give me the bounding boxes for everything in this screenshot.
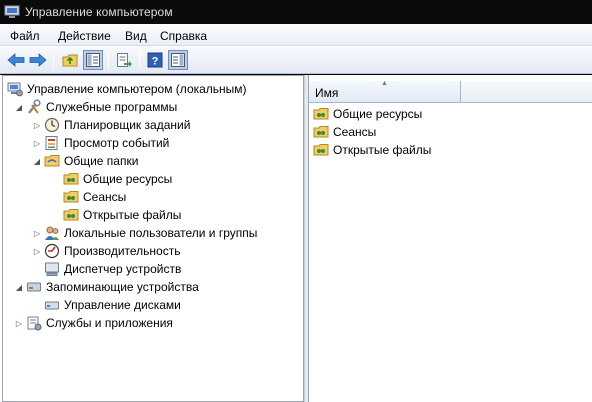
window-title: Управление компьютером	[25, 5, 173, 19]
expanded-arrow-icon[interactable]: ◢	[32, 156, 42, 166]
tree-node-system-tools[interactable]: ◢ Служебные программы	[14, 98, 177, 116]
storage-icon	[27, 282, 41, 292]
tree-node-root[interactable]: Управление компьютером (локальным)	[7, 80, 247, 98]
toolbar-separator	[139, 51, 140, 69]
toolbar-separator	[108, 51, 109, 69]
properties-icon	[171, 53, 185, 67]
tree-node-label: Сеансы	[83, 190, 127, 204]
main-content: Управление компьютером (локальным) ◢ Слу…	[0, 75, 592, 402]
tree-node-label: Открытые файлы	[83, 208, 182, 222]
tree-node-label: Планировщик заданий	[64, 118, 191, 132]
help-icon: ?	[147, 52, 163, 68]
computer-management-icon	[4, 5, 20, 18]
computer-management-icon	[7, 82, 23, 97]
device-manager-icon	[45, 262, 59, 276]
collapsed-arrow-icon[interactable]: ▷	[14, 318, 24, 328]
open-files-icon	[313, 144, 329, 156]
export-list-button[interactable]	[114, 50, 134, 70]
disk-management-icon	[45, 301, 59, 310]
forward-button[interactable]	[28, 50, 48, 70]
tree-node-label: Управление дисками	[64, 298, 181, 312]
tree-node-label: Просмотр событий	[64, 136, 170, 150]
tree-node-label: Диспетчер устройств	[64, 262, 182, 276]
menu-view[interactable]: Вид	[125, 29, 147, 43]
show-hide-tree-button[interactable]	[83, 50, 103, 70]
list-item[interactable]: Сеансы	[313, 123, 376, 141]
tree-node-shares[interactable]: Общие ресурсы	[63, 170, 172, 188]
tree-node-disk-management[interactable]: Управление дисками	[44, 296, 181, 314]
show-hide-tree-icon	[86, 53, 100, 67]
column-header-label: Имя	[315, 86, 339, 100]
svg-text:?: ?	[152, 56, 159, 68]
tree-node-shared-folders[interactable]: ◢ Общие папки	[32, 152, 139, 170]
list-item[interactable]: Открытые файлы	[313, 141, 431, 159]
collapsed-arrow-icon[interactable]: ▷	[32, 246, 42, 256]
tree-node-label: Локальные пользователи и группы	[64, 226, 258, 240]
collapsed-arrow-icon[interactable]: ▷	[32, 228, 42, 238]
toolbar-separator	[53, 51, 54, 69]
menu-action[interactable]: Действие	[58, 29, 111, 43]
tree-node-label: Общие папки	[64, 154, 139, 168]
tree-node-services-apps[interactable]: ▷ Службы и приложения	[14, 314, 173, 332]
expanded-arrow-icon[interactable]: ◢	[14, 282, 24, 292]
collapsed-arrow-icon[interactable]: ▷	[32, 120, 42, 130]
services-icon	[27, 316, 42, 331]
list-item-label: Сеансы	[333, 125, 377, 139]
up-button[interactable]	[60, 50, 80, 70]
tree-node-label: Общие ресурсы	[83, 172, 173, 186]
menu-bar: Файл Действие Вид Справка	[0, 24, 592, 46]
menu-file[interactable]: Файл	[10, 29, 40, 43]
expanded-arrow-icon[interactable]: ◢	[14, 102, 24, 112]
column-header-name[interactable]: ▲ Имя	[309, 80, 461, 103]
collapsed-arrow-icon[interactable]: ▷	[32, 138, 42, 148]
back-arrow-icon	[7, 53, 25, 67]
tree-node-label: Управление компьютером (локальным)	[27, 82, 247, 96]
console-tree: Управление компьютером (локальным) ◢ Слу…	[2, 75, 304, 402]
performance-icon	[44, 243, 60, 259]
toolbar: ?	[0, 46, 592, 74]
tree-node-local-users[interactable]: ▷ Локальные пользователи и группы	[32, 224, 257, 242]
tree-node-event-viewer[interactable]: ▷ Просмотр событий	[32, 134, 169, 152]
tree-node-task-scheduler[interactable]: ▷ Планировщик заданий	[32, 116, 190, 134]
tree-node-sessions[interactable]: Сеансы	[63, 188, 126, 206]
tree-node-device-manager[interactable]: Диспетчер устройств	[44, 260, 181, 278]
title-bar: Управление компьютером	[0, 0, 592, 24]
shares-icon	[63, 173, 79, 185]
sessions-icon	[63, 191, 79, 203]
clock-icon	[44, 117, 60, 133]
list-item-label: Открытые файлы	[333, 143, 432, 157]
shares-icon	[313, 108, 329, 120]
forward-arrow-icon	[29, 53, 47, 67]
up-folder-icon	[62, 54, 78, 67]
sort-ascending-icon: ▲	[381, 80, 388, 87]
export-list-icon	[117, 53, 132, 67]
list-item-label: Общие ресурсы	[333, 107, 423, 121]
tree-node-label: Служебные программы	[46, 100, 178, 114]
tree-node-storage[interactable]: ◢ Запоминающие устройства	[14, 278, 199, 296]
tree-node-performance[interactable]: ▷ Производительность	[32, 242, 180, 260]
tree-node-label: Службы и приложения	[46, 316, 173, 330]
help-button[interactable]: ?	[145, 50, 165, 70]
results-list: ▲ Имя Общие ресурсы Сеансы Открытые файл…	[308, 75, 592, 402]
menu-help[interactable]: Справка	[160, 29, 207, 43]
tree-node-label: Производительность	[64, 244, 181, 258]
tools-icon	[28, 99, 41, 114]
shared-folder-icon	[44, 155, 60, 167]
event-viewer-icon	[45, 136, 58, 150]
column-header-empty	[461, 81, 592, 103]
back-button[interactable]	[6, 50, 26, 70]
users-icon	[45, 226, 59, 240]
sessions-icon	[313, 126, 329, 138]
tree-node-label: Запоминающие устройства	[46, 280, 199, 294]
open-files-icon	[63, 209, 79, 221]
properties-button[interactable]	[168, 50, 188, 70]
tree-node-open-files[interactable]: Открытые файлы	[63, 206, 181, 224]
list-item[interactable]: Общие ресурсы	[313, 105, 422, 123]
